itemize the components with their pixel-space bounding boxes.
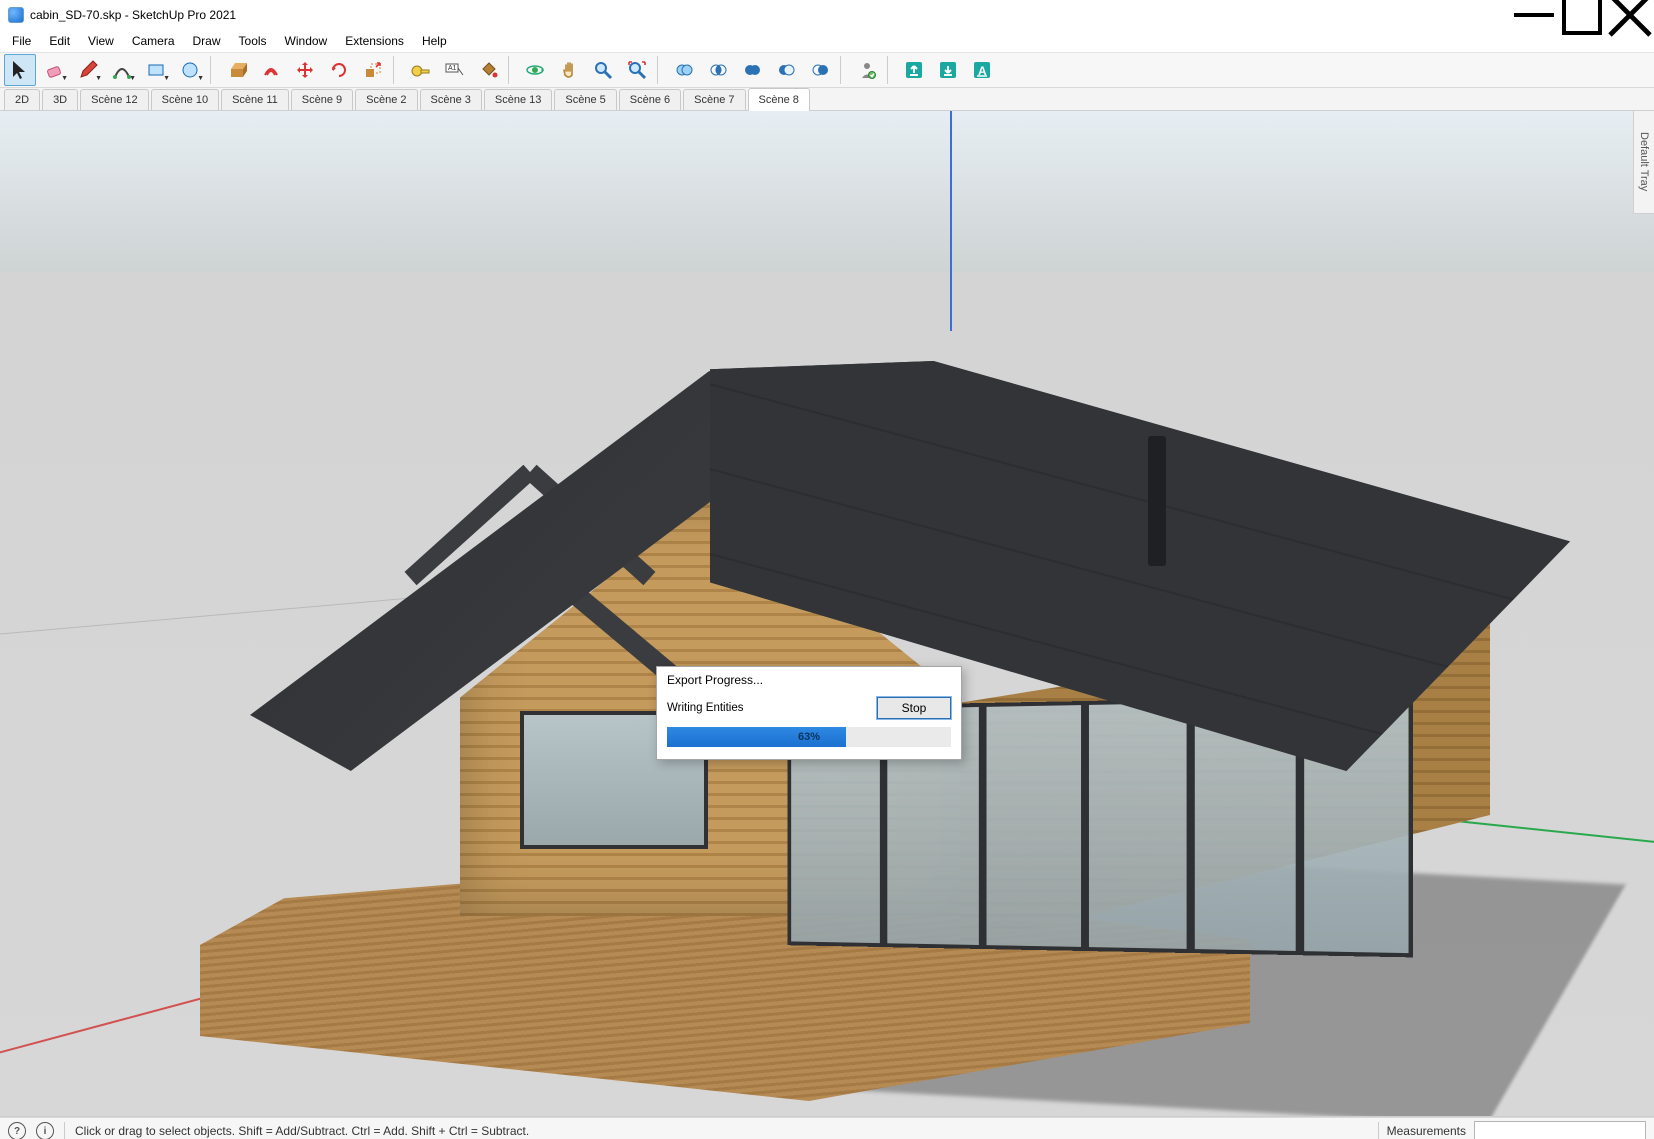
viewport-3d[interactable]: Export Progress... Writing Entities Stop… <box>0 111 1654 1117</box>
scene-tab[interactable]: Scène 11 <box>221 89 289 110</box>
menu-draw[interactable]: Draw <box>185 32 229 50</box>
solid-intersect-button[interactable] <box>702 54 734 86</box>
scene-tab[interactable]: Scène 2 <box>355 89 417 110</box>
offset-button[interactable] <box>255 54 287 86</box>
scene-tab[interactable]: Scène 12 <box>80 89 148 110</box>
scale-button[interactable] <box>357 54 389 86</box>
title-bar: cabin_SD-70.skp - SketchUp Pro 2021 <box>0 0 1654 30</box>
zoom-extents-button[interactable] <box>621 54 653 86</box>
paint-bucket-button[interactable] <box>472 54 504 86</box>
menu-view[interactable]: View <box>80 32 122 50</box>
measurements-input[interactable] <box>1474 1121 1646 1139</box>
push-pull-button[interactable] <box>221 54 253 86</box>
scene-tabs: 2D3DScène 12Scène 10Scène 11Scène 9Scène… <box>0 88 1654 111</box>
text-label-button[interactable]: A1 <box>438 54 470 86</box>
orbit-button[interactable] <box>519 54 551 86</box>
menu-window[interactable]: Window <box>277 32 336 50</box>
progress-percent: 63% <box>667 727 951 747</box>
rotate-button[interactable] <box>323 54 355 86</box>
warehouse-person-button[interactable] <box>851 54 883 86</box>
menu-edit[interactable]: Edit <box>41 32 78 50</box>
select-arrow-button[interactable] <box>4 54 36 86</box>
export-progress-dialog: Export Progress... Writing Entities Stop… <box>656 666 962 760</box>
rectangle-button[interactable]: ▼ <box>140 54 172 86</box>
stop-button[interactable]: Stop <box>877 697 951 719</box>
tape-measure-button[interactable] <box>404 54 436 86</box>
solid-outer-shell-button[interactable] <box>668 54 700 86</box>
pan-button[interactable] <box>553 54 585 86</box>
app-icon <box>8 7 24 23</box>
window-controls <box>1510 0 1654 30</box>
send-button[interactable]: A <box>966 54 998 86</box>
arc-button[interactable]: ▼ <box>106 54 138 86</box>
scene-tab[interactable]: 3D <box>42 89 78 110</box>
maximize-button[interactable] <box>1558 0 1606 30</box>
menu-tools[interactable]: Tools <box>231 32 275 50</box>
svg-text:A1: A1 <box>448 65 457 72</box>
menu-bar: FileEditViewCameraDrawToolsWindowExtensi… <box>0 30 1654 52</box>
dialog-status: Writing Entities <box>667 702 743 714</box>
help-icon[interactable]: ? <box>8 1122 26 1139</box>
status-bar: ? i Click or drag to select objects. Shi… <box>0 1117 1654 1139</box>
menu-camera[interactable]: Camera <box>124 32 183 50</box>
scene-tab[interactable]: Scène 6 <box>619 89 681 110</box>
close-button[interactable] <box>1606 0 1654 30</box>
info-icon[interactable]: i <box>36 1122 54 1139</box>
scene-tab[interactable]: Scène 3 <box>420 89 482 110</box>
dialog-title: Export Progress... <box>657 667 961 693</box>
scene-tab[interactable]: Scène 13 <box>484 89 552 110</box>
main-toolbar: ▼▼▼▼▼A1A <box>0 52 1654 88</box>
pencil-button[interactable]: ▼ <box>72 54 104 86</box>
scene-tab[interactable]: Scène 8 <box>748 88 810 111</box>
window-title: cabin_SD-70.skp - SketchUp Pro 2021 <box>30 8 236 22</box>
zoom-button[interactable] <box>587 54 619 86</box>
scene-tab[interactable]: 2D <box>4 89 40 110</box>
eraser-button[interactable]: ▼ <box>38 54 70 86</box>
scene-tab[interactable]: Scène 9 <box>291 89 353 110</box>
solid-subtract-button[interactable] <box>770 54 802 86</box>
upload-button[interactable] <box>898 54 930 86</box>
solid-union-button[interactable] <box>736 54 768 86</box>
solid-trim-button[interactable] <box>804 54 836 86</box>
menu-extensions[interactable]: Extensions <box>337 32 412 50</box>
menu-file[interactable]: File <box>4 32 39 50</box>
scene-tab[interactable]: Scène 7 <box>683 89 745 110</box>
status-hint: Click or drag to select objects. Shift =… <box>75 1124 529 1138</box>
minimize-button[interactable] <box>1510 0 1558 30</box>
progress-bar: 63% <box>667 727 951 747</box>
circle-button[interactable]: ▼ <box>174 54 206 86</box>
move-button[interactable] <box>289 54 321 86</box>
measurements-label: Measurements <box>1387 1124 1466 1138</box>
axis-blue <box>950 111 952 331</box>
scene-tab[interactable]: Scène 5 <box>554 89 616 110</box>
menu-help[interactable]: Help <box>414 32 455 50</box>
scene-tab[interactable]: Scène 10 <box>151 89 219 110</box>
default-tray-tab[interactable]: Default Tray <box>1633 110 1654 214</box>
download-button[interactable] <box>932 54 964 86</box>
